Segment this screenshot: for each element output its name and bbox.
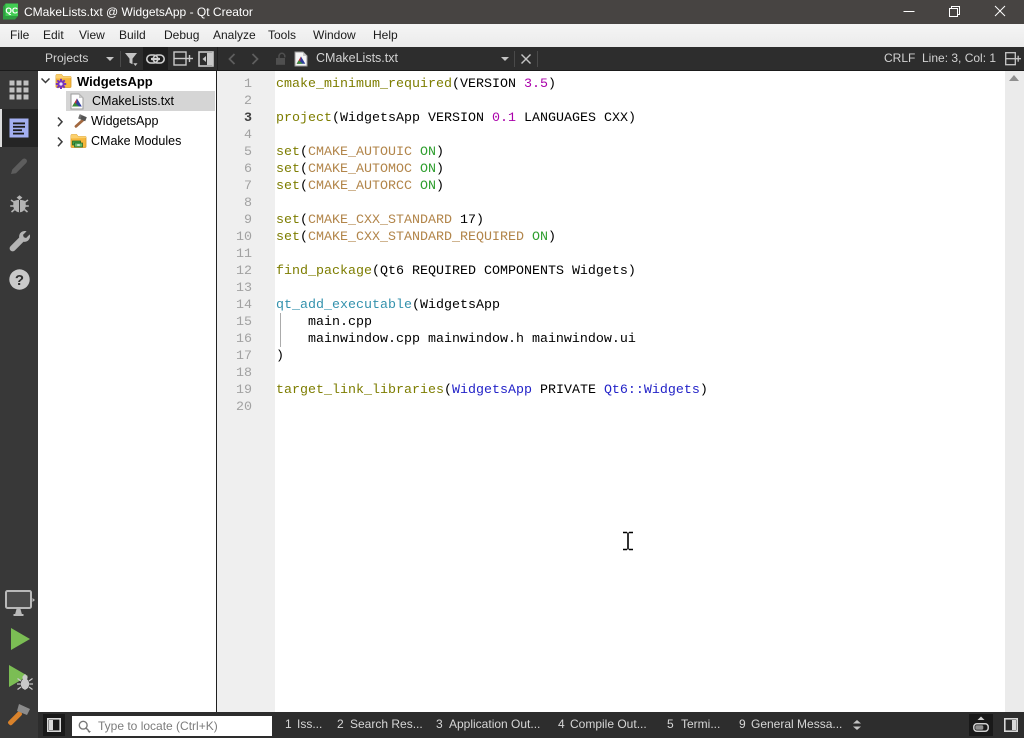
svg-text:QC: QC	[5, 5, 18, 15]
svg-text:?: ?	[15, 272, 24, 289]
